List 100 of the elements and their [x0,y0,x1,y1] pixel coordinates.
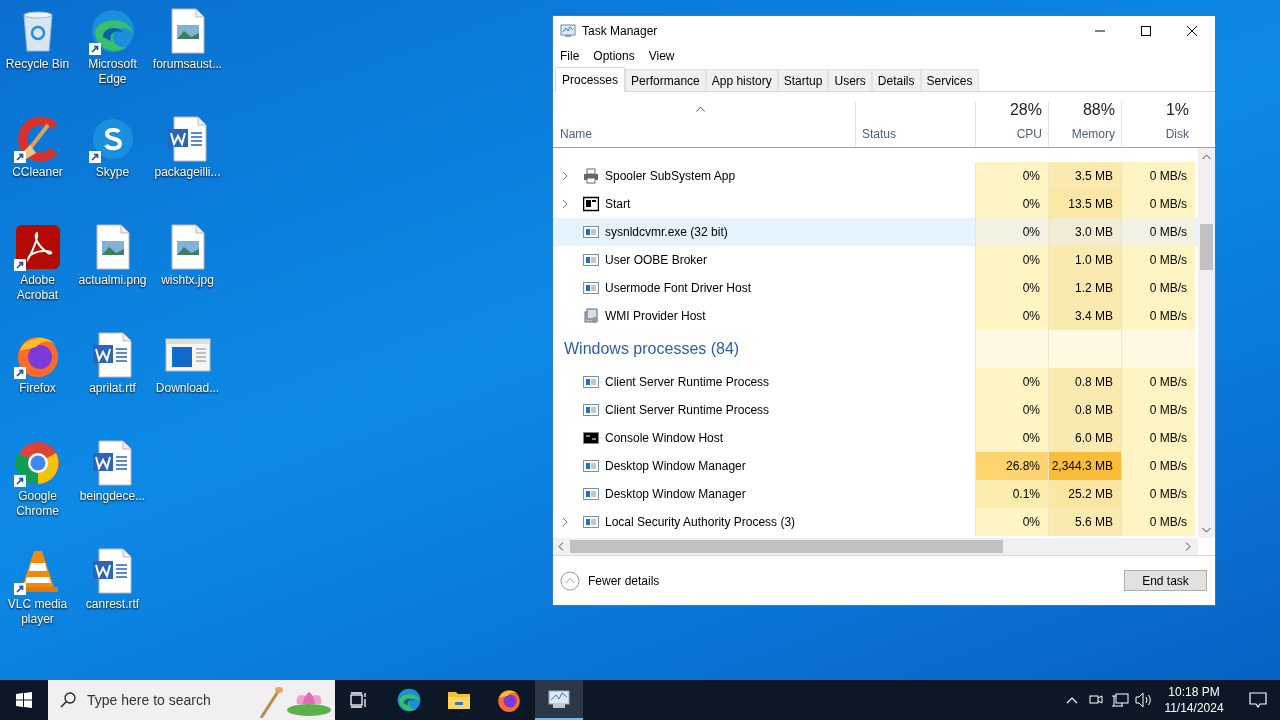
tab[interactable]: Performance [625,69,706,91]
vertical-scrollbar[interactable] [1198,148,1215,538]
scrollbar-thumb[interactable] [570,540,1003,553]
app-window-icon [583,486,599,502]
desktop-icon-label[interactable]: VLC media player [0,597,75,627]
horizontal-scrollbar[interactable] [553,538,1198,555]
scroll-right-icon[interactable] [1185,542,1191,551]
scroll-left-icon[interactable] [558,542,564,551]
desktop-icon-label[interactable]: Download... [150,381,225,396]
clock[interactable]: 10:18 PM 11/14/2024 [1156,680,1232,720]
table-cell: 0% [975,274,1048,302]
process-name: Desktop Window Manager [605,486,746,503]
table-cell: 3.4 MB [1048,302,1121,330]
process-name: User OOBE Broker [605,252,708,269]
app-window-icon [583,252,599,268]
desktop-icon-label[interactable]: beingdece... [75,489,150,504]
console-icon [583,430,599,446]
expand-chevron-icon[interactable] [562,199,568,209]
table-cell: 0 MB/s [1121,396,1195,424]
table-cell: 25.2 MB [1048,480,1121,508]
menu-item[interactable]: File [560,47,580,65]
edge-icon[interactable] [88,7,137,55]
end-task-button[interactable]: End task [1124,570,1207,591]
process-name: Client Server Runtime Process [605,402,770,419]
process-name: Local Security Authority Process (3) [605,514,796,531]
desktop-icon-label[interactable]: Firefox [0,381,75,396]
task-manager-taskbar-button[interactable] [535,680,583,720]
expand-chevron-icon[interactable] [562,517,568,527]
clock-time: 10:18 PM [1168,684,1220,700]
table-cell: 0 MB/s [1121,246,1195,274]
chrome-icon[interactable] [13,439,62,487]
column-header[interactable]: Status [862,125,897,143]
table-cell: 0 MB/s [1121,274,1195,302]
scroll-down-icon[interactable] [1202,527,1211,533]
process-name: Usermode Font Driver Host [605,280,752,297]
tab[interactable]: Processes [555,67,626,92]
desktop-icon-label[interactable]: aprilat.rtf [75,381,150,396]
app-window-icon [583,458,599,474]
process-name: Start [605,196,631,213]
table-cell: 0 MB/s [1121,302,1195,330]
desktop-icon-label[interactable]: Google Chrome [0,489,75,519]
process-name: WMI Provider Host [605,308,706,325]
desktop-icon-label[interactable]: Skype [75,165,150,180]
table-cell: 0 MB/s [1121,218,1195,246]
column-header[interactable]: Memory [1071,125,1115,143]
table-cell: 0.8 MB [1048,396,1121,424]
search-placeholder: Type here to search [87,690,211,710]
table-cell: 1.2 MB [1048,274,1121,302]
table-cell: 0.8 MB [1048,368,1121,396]
desktop-icon-label[interactable]: Adobe Acrobat [0,273,75,303]
tab[interactable]: App history [705,69,778,91]
printer-icon [583,168,599,184]
tab[interactable]: Details [871,69,921,91]
process-name: Console Window Host [605,430,724,447]
menu-item[interactable]: Options [593,47,635,65]
desktop-icon-label[interactable]: wishtx.jpg [150,273,225,288]
table-cell: 0% [975,368,1048,396]
menu-item[interactable]: View [648,47,675,65]
tab[interactable]: Users [828,69,872,91]
column-header[interactable]: Name [560,125,592,143]
table-cell: 13.5 MB [1048,190,1121,218]
table-cell: 0% [975,162,1048,190]
table-cell: 0% [975,302,1048,330]
desktop-icon-label[interactable]: Recycle Bin [0,57,75,72]
search-field[interactable]: Type here to search [48,680,335,720]
server-gear-icon [583,308,599,324]
desktop-icon-label[interactable]: forumsaust... [150,57,225,72]
table-cell: 6.0 MB [1048,424,1121,452]
table-cell: 0% [975,508,1048,536]
expand-chevron-icon[interactable] [562,171,568,181]
app-window-icon [583,374,599,390]
scrollbar-thumb[interactable] [1200,224,1213,270]
window-title: Task Manager [582,23,658,40]
desktop-icon-label[interactable]: canrest.rtf [75,597,150,612]
maximize-icon [1141,26,1151,36]
fewer-details-button[interactable]: Fewer details [560,570,660,591]
tab[interactable]: Services [920,69,979,91]
column-header[interactable]: Disk [1165,125,1189,143]
process-row[interactable]: sysnldcvmr.exe (32 bit) 0% 3.0 MB 0 MB/s [553,218,1198,246]
task-manager-icon [547,688,571,710]
table-cell: 5.6 MB [1048,508,1121,536]
table-cell: 0 MB/s [1121,162,1195,190]
column-header[interactable]: CPU [1016,125,1042,143]
collapse-chevron-icon [560,570,580,591]
table-cell: 26.8% [975,452,1048,480]
table-cell: 0 MB/s [1121,508,1195,536]
acrobat-icon[interactable] [13,223,62,271]
table-cell: 0 MB/s [1121,190,1195,218]
clock-date: 11/14/2024 [1164,700,1224,716]
desktop-icon-label[interactable]: Microsoft Edge [75,57,150,87]
table-cell: 0% [975,246,1048,274]
table-cell: 0 MB/s [1121,480,1195,508]
column-total: 88% [1082,100,1115,120]
scroll-up-icon[interactable] [1202,154,1211,160]
table-cell: 0.1% [975,480,1048,508]
table-cell: 0 MB/s [1121,368,1195,396]
desktop-icon-label[interactable]: packageilli... [150,165,225,180]
desktop-icon-label[interactable]: actualmi.png [75,273,150,288]
tab[interactable]: Startup [777,69,829,91]
desktop-icon-label[interactable]: CCleaner [0,165,75,180]
